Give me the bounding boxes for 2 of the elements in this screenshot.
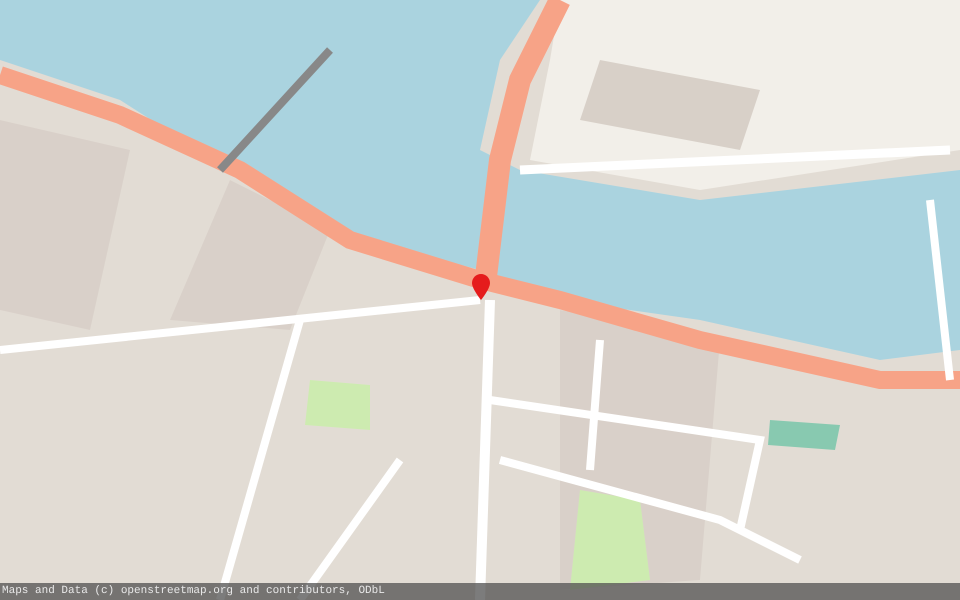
map-attribution: Maps and Data (c) openstreetmap.org and contributors, ODbL: [2, 586, 385, 597]
map-pin-icon[interactable]: [472, 274, 490, 300]
